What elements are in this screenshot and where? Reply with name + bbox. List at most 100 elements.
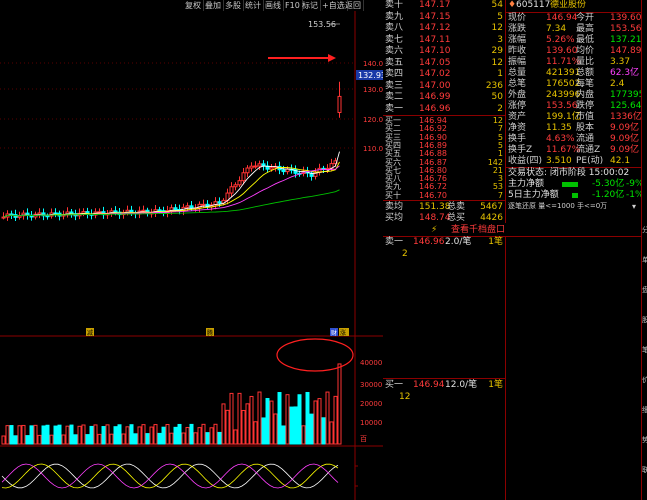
price-axis-label: 140.0 <box>363 60 383 68</box>
queue-panel: ⚡ 查看千档盘口 卖一 146.96 2.0/笔 1笔 2 买一 146.94 … <box>383 224 641 500</box>
quote-row: 外盘 243996 内盘 177395 <box>506 90 644 102</box>
side-tab[interactable]: 细 <box>642 405 647 415</box>
sell-level-row[interactable]: 卖五 147.05 12 <box>383 58 505 70</box>
quote-info-panel: ♦ 605117 德业股份 现价 146.94 今开 139.60 涨跌 7.34 最高 15… <box>505 0 644 223</box>
sell-level-row[interactable]: 卖六 147.10 29 <box>383 46 505 58</box>
lightning-icon: ⚡ <box>431 225 438 235</box>
quote-row: 换手 4.63% 流通 9.09亿 <box>506 134 642 146</box>
side-tab-strip: 分单盘股笔价细势联 <box>641 0 647 500</box>
volume-bar <box>273 413 278 445</box>
side-tab[interactable]: 盘 <box>642 285 647 295</box>
side-tab[interactable]: 分 <box>642 225 647 235</box>
volume-bar <box>137 426 142 445</box>
volume-bar <box>149 426 154 445</box>
volume-bar <box>13 435 18 445</box>
sell-level-row[interactable]: 卖二 146.99 50 <box>383 92 505 104</box>
quote-label: 资产 <box>508 112 527 122</box>
trade-status: 交易状态: 闭市阶段 15:00:02 <box>508 168 630 178</box>
level-volume: 54 <box>491 0 503 10</box>
stock-code: 605117 <box>516 0 551 10</box>
volume-bar <box>321 417 326 445</box>
volume-bar <box>133 433 138 445</box>
volume-bar <box>165 424 170 445</box>
side-tab[interactable]: 联 <box>642 465 647 475</box>
volume-bar <box>193 432 198 445</box>
quote-value: 42.1 <box>610 156 631 166</box>
volume-bar <box>93 424 98 445</box>
volume-bar <box>173 426 178 445</box>
kline-chart[interactable]: 153.56 140.0 130.0 120.0 110.0 132.93 减 … <box>0 11 383 500</box>
price-axis-label: 110.0 <box>363 145 383 153</box>
quote-row: 换手Z 11.67% 流通Z 9.09亿 <box>506 145 642 157</box>
quote-label: 换手Z <box>508 145 533 155</box>
quote-row: 收益(四) 3.510 PE(动) 42.1 <box>506 156 642 168</box>
candle-body <box>245 167 250 174</box>
quote-label: PE(动) <box>576 156 604 166</box>
quote-row: 涨幅 5.26% 最低 137.21 <box>506 35 642 47</box>
sell-level-row[interactable]: 卖一 146.96 2 <box>383 104 505 116</box>
candle-body <box>141 209 146 212</box>
candle-body <box>201 203 206 206</box>
volume-bar <box>293 406 298 445</box>
toolbar-stats-button[interactable]: 统计 <box>243 0 264 11</box>
sell-level-row[interactable]: 卖八 147.12 12 <box>383 23 505 35</box>
side-tab[interactable]: 笔 <box>642 345 647 355</box>
volume-bar <box>305 391 310 445</box>
toolbar-fuquan-button[interactable]: 复权 <box>183 0 204 11</box>
side-tab[interactable]: 势 <box>642 435 647 445</box>
level-price: 147.05 <box>419 57 451 68</box>
volume-bar <box>329 421 334 445</box>
quote-value: 3.37 <box>610 57 631 67</box>
dropdown-icon: ▾ <box>632 202 637 211</box>
quote-label: 总额 <box>576 68 595 78</box>
level-volume: 3 <box>497 34 503 45</box>
side-tab[interactable]: 股 <box>642 315 647 325</box>
level-price: 147.17 <box>419 0 451 10</box>
candle-body <box>337 95 342 113</box>
side-tab[interactable]: 单 <box>642 255 647 265</box>
volume-bar <box>89 425 94 445</box>
quote-row: 现价 146.94 今开 139.60 <box>506 13 642 25</box>
quote-value: 9.09亿 <box>610 145 640 155</box>
marker-label: 涨 <box>340 329 346 337</box>
level-price: 146.96 <box>419 103 451 114</box>
volume-bar <box>109 433 114 445</box>
sell-level-row[interactable]: 卖九 147.15 5 <box>383 12 505 24</box>
stock-name: 德业股份 <box>550 0 587 10</box>
volume-bar <box>5 425 10 445</box>
level-price: 147.12 <box>419 23 451 33</box>
toolbar-overlay-button[interactable]: 叠加 <box>203 0 224 11</box>
volume-bar <box>313 400 318 445</box>
toolbar-back-button[interactable]: 返回 <box>343 0 364 11</box>
volume-bar <box>141 424 146 445</box>
level-volume: 50 <box>491 92 503 102</box>
annotation-ellipse <box>276 338 354 372</box>
toolbar-multistock-button[interactable]: 多股 <box>223 0 244 11</box>
volume-bar <box>169 432 174 445</box>
tick-filter-bar[interactable]: 逐笔还原 量<=1000 手<=0万 ▾ <box>506 201 642 213</box>
toolbar-draw-button[interactable]: 画线 <box>263 0 284 11</box>
price-tag: 132.93 <box>358 71 383 80</box>
sell-level-row[interactable]: 卖七 147.11 3 <box>383 35 505 47</box>
side-tab[interactable]: 价 <box>642 375 647 385</box>
sell-level-row[interactable]: 卖十 147.17 54 <box>383 0 505 12</box>
candle-body <box>269 167 274 170</box>
buy-level-row[interactable]: 买十 146.70 7 <box>383 191 505 200</box>
quote-label: 股本 <box>576 123 595 133</box>
toolbar-mark-button[interactable]: 标记 <box>300 0 321 11</box>
sell-level-row[interactable]: 卖四 147.02 1 <box>383 69 505 81</box>
queue-buy-detail: 12 <box>399 392 411 402</box>
quote-label: 总量 <box>508 68 527 78</box>
flow-bar <box>572 193 578 198</box>
quote-value: 3.510 <box>546 156 572 166</box>
quote-label: 振幅 <box>508 57 527 67</box>
level-label: 卖一 <box>385 103 404 114</box>
view-depth-button[interactable]: 查看千档盘口 <box>451 224 505 236</box>
volume-bar <box>33 424 38 445</box>
sell-level-row[interactable]: 卖三 147.00 236 <box>383 81 505 93</box>
quote-value: 62.3亿 <box>610 68 640 78</box>
indicator-lines <box>1 463 339 489</box>
stock-flag-icon: ♦ <box>508 0 517 10</box>
order-book: 卖十 147.17 54 卖九 147.15 5 卖八 147.12 12 卖七 147.11 3 卖六… <box>383 0 505 223</box>
volume-bar <box>281 425 286 445</box>
